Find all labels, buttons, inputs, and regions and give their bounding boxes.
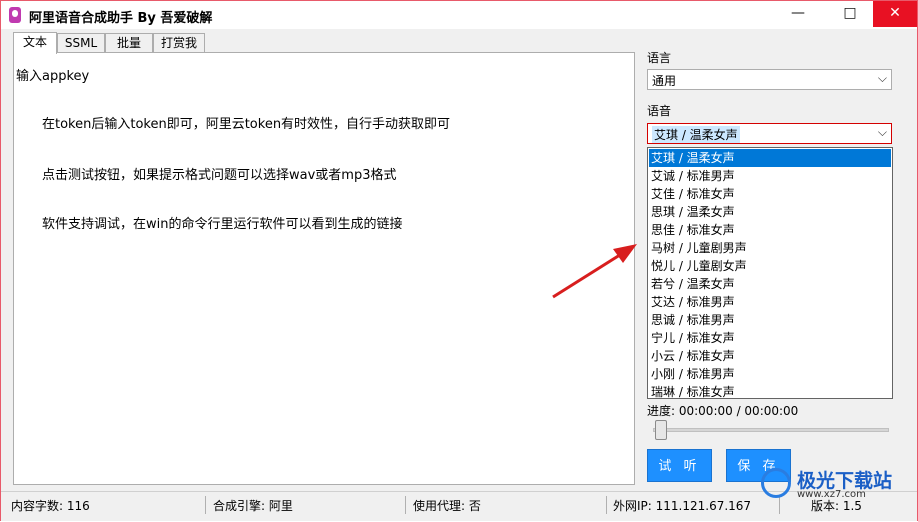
tab-text[interactable]: 文本 [13,32,57,54]
site-watermark: 极光下载站 www.xz7.com [761,466,911,506]
app-window: 阿里语音合成助手 By 吾爱破解 — □ ✕ 文本 SSML 批量 打赏我 输入… [0,0,918,521]
watermark-logo-icon [761,468,791,498]
annotation-arrow [552,244,637,299]
arrow-head [613,244,637,263]
arrow-shaft [552,251,624,299]
watermark-url: www.xz7.com [797,489,866,500]
